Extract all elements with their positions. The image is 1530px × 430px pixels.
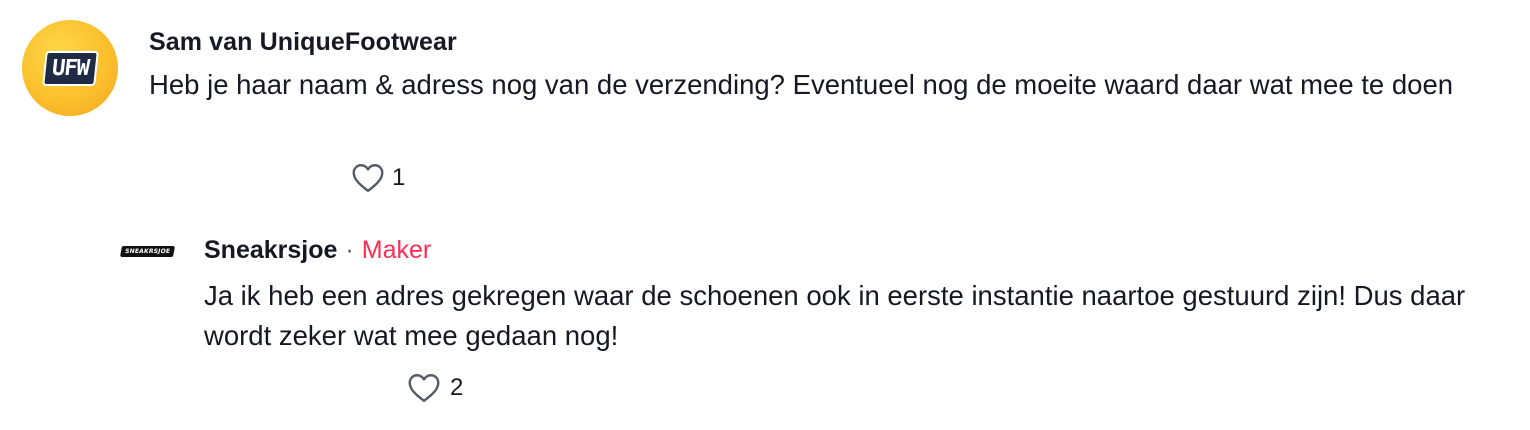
reply-item: SNEAKRSJOE Sneakrsjoe · Maker Ja ik heb … (0, 220, 1530, 430)
reply-like-count: 2 (450, 374, 464, 401)
reply-avatar[interactable]: SNEAKRSJOE (120, 238, 176, 264)
maker-badge: Maker (361, 236, 432, 264)
separator-dot: · (345, 236, 354, 264)
reply-author[interactable]: Sneakrsjoe (204, 236, 337, 265)
avatar[interactable]: UFW (22, 20, 118, 116)
reply-like-button[interactable]: 2 (406, 370, 463, 406)
reply-text: Ja ik heb een adres gekregen waar de sch… (204, 280, 1466, 351)
heart-outline-icon[interactable] (350, 160, 386, 196)
ufw-logo: UFW (41, 50, 99, 86)
like-button[interactable]: 1 (350, 160, 405, 196)
comment-item: UFW Sam van UniqueFootwear Heb je haar n… (0, 0, 1530, 210)
comment-author[interactable]: Sam van UniqueFootwear (149, 28, 457, 57)
sneakrsjoe-logo: SNEAKRSJOE (120, 245, 176, 257)
like-count: 1 (392, 164, 406, 191)
heart-outline-icon[interactable] (406, 370, 442, 406)
reply-author-line: Sneakrsjoe · Maker (204, 236, 431, 265)
comment-text: Heb je haar naam & adress nog van de ver… (149, 69, 1454, 100)
